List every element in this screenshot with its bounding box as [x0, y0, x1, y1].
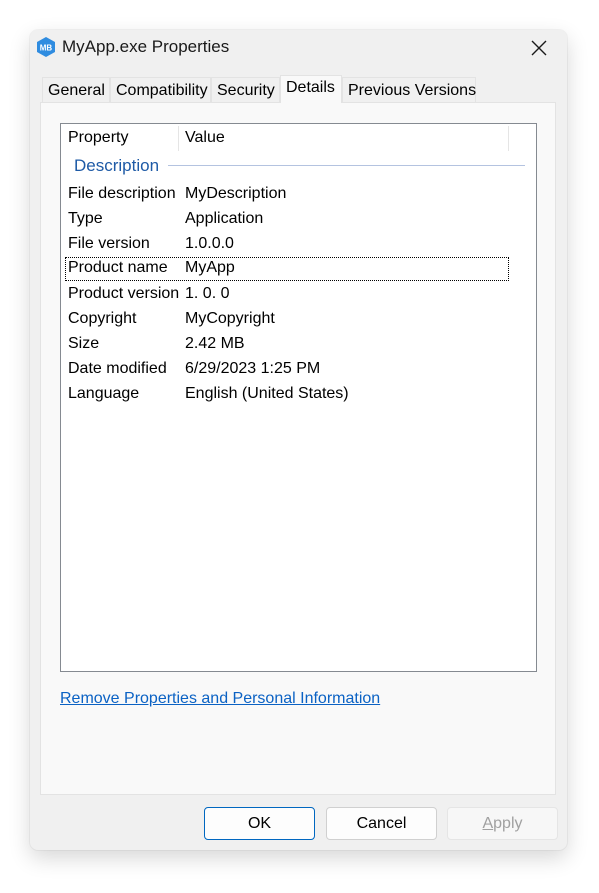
property-value: MyDescription [185, 185, 287, 202]
property-value: 1.0.0.0 [185, 235, 234, 252]
property-name: Product version [68, 285, 180, 302]
property-value: English (United States) [185, 385, 349, 402]
list-item[interactable]: Date modified 6/29/2023 1:25 PM [65, 358, 509, 382]
title-bar[interactable]: MB MyApp.exe Properties [30, 30, 567, 66]
app-icon: MB [37, 37, 55, 57]
property-name: Copyright [68, 310, 137, 327]
list-item[interactable]: Copyright MyCopyright [65, 308, 509, 332]
apply-mnemonic: A [482, 814, 494, 832]
list-item[interactable]: Size 2.42 MB [65, 333, 509, 357]
tab-compatibility[interactable]: Compatibility [110, 77, 211, 102]
column-divider[interactable] [178, 126, 179, 151]
ok-button[interactable]: OK [204, 807, 315, 840]
close-icon [531, 40, 547, 56]
property-value: 1. 0. 0 [185, 285, 230, 302]
list-item[interactable]: File version 1.0.0.0 [65, 233, 509, 257]
list-item-focused[interactable]: Product name MyApp [65, 257, 509, 281]
close-button[interactable] [519, 32, 559, 64]
tab-details[interactable]: Details [280, 75, 342, 103]
property-value: Application [185, 210, 264, 227]
window-title: MyApp.exe Properties [62, 37, 230, 56]
tab-general[interactable]: General [42, 77, 110, 102]
group-divider [168, 165, 525, 166]
details-list[interactable]: Property Value Description File descript… [60, 123, 537, 672]
svg-text:MB: MB [40, 44, 53, 53]
property-name: File description [68, 185, 176, 202]
apply-button[interactable]: Apply [447, 807, 558, 840]
list-item[interactable]: File description MyDescription [65, 183, 509, 207]
property-name: Product name [68, 259, 168, 276]
property-name: Type [68, 210, 103, 227]
property-value: 6/29/2023 1:25 PM [185, 360, 321, 377]
group-header-description: Description [74, 156, 160, 175]
apply-label: pply [493, 814, 523, 832]
property-name: Date modified [68, 360, 167, 377]
property-name: File version [68, 235, 150, 252]
list-item[interactable]: Language English (United States) [65, 383, 509, 407]
tab-security[interactable]: Security [211, 77, 280, 102]
column-header-property[interactable]: Property [68, 129, 128, 147]
property-name: Language [68, 385, 140, 402]
list-item[interactable]: Type Application [65, 208, 509, 232]
column-divider[interactable] [508, 126, 509, 151]
remove-properties-link[interactable]: Remove Properties and Personal Informati… [60, 690, 380, 708]
tab-previous-versions[interactable]: Previous Versions [342, 77, 476, 102]
list-header: Property Value [61, 124, 536, 153]
property-value: MyCopyright [185, 310, 275, 327]
property-name: Size [68, 335, 100, 352]
column-header-value[interactable]: Value [185, 129, 225, 147]
cancel-button[interactable]: Cancel [326, 807, 437, 840]
list-item[interactable]: Product version 1. 0. 0 [65, 283, 509, 307]
property-value: MyApp [185, 259, 235, 276]
property-value: 2.42 MB [185, 335, 245, 352]
details-panel: Property Value Description File descript… [40, 102, 556, 795]
properties-dialog: MB MyApp.exe Properties General Compatib… [30, 30, 567, 850]
